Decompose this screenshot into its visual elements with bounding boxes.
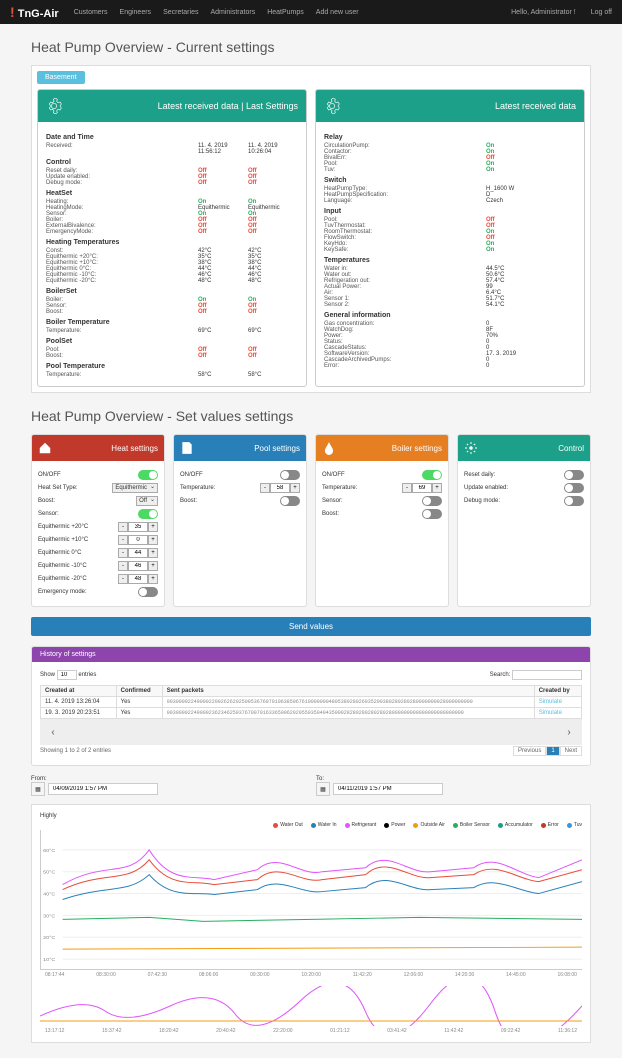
eq-stepper[interactable]: -+ (118, 548, 158, 558)
logoff-link[interactable]: Log off (591, 9, 612, 16)
show-count-input[interactable] (57, 670, 77, 680)
eq-stepper[interactable]: -+ (118, 574, 158, 584)
reset-toggle[interactable] (564, 470, 584, 480)
page-title-1: Heat Pump Overview - Current settings (31, 39, 591, 55)
to-date-input[interactable] (333, 783, 443, 795)
boiler-temp-stepper[interactable]: -+ (402, 483, 442, 493)
gear-icon (464, 441, 478, 455)
update-toggle[interactable] (564, 483, 584, 493)
boiler-boost-toggle[interactable] (422, 509, 442, 519)
pager-prev-icon[interactable]: ‹ (45, 724, 61, 740)
greeting: Hello, Administrator ! (511, 9, 576, 16)
send-values-button[interactable]: Send values (31, 617, 591, 636)
panel1-title: Latest received data | Last Settings (62, 101, 298, 111)
svg-text:60°C: 60°C (43, 848, 55, 854)
pool-settings-panel: Pool settings ON/OFF Temperature:-+ Boos… (173, 434, 307, 607)
heat-settings-panel: Heat settings ON/OFFHeat Set Type:Equith… (31, 434, 165, 607)
from-date-input[interactable] (48, 783, 158, 795)
table-row[interactable]: 11. 4. 2019 13:26:04Yes00300002249000220… (41, 697, 582, 708)
logo: ! TnG-Air (10, 4, 59, 20)
boiler-settings-panel: Boiler settings ON/OFF Temperature:-+ Se… (315, 434, 449, 607)
eq-stepper[interactable]: -+ (118, 535, 158, 545)
svg-text:50°C: 50°C (43, 870, 55, 876)
file-icon (180, 441, 194, 455)
pool-boost-toggle[interactable] (280, 496, 300, 506)
top-navbar: ! TnG-Air Customers Engineers Secretarie… (0, 0, 622, 24)
boiler-sensor-toggle[interactable] (422, 496, 442, 506)
history-table: Created atConfirmedSent packetsCreated b… (40, 685, 582, 719)
heat-type-select[interactable]: Equithermic (112, 483, 158, 493)
heat-onoff-toggle[interactable] (138, 470, 158, 480)
gear-icon (46, 98, 62, 114)
boiler-onoff-toggle[interactable] (422, 470, 442, 480)
pool-temp-stepper[interactable]: -+ (260, 483, 300, 493)
table-row[interactable]: 19. 3. 2019 20:23:51Yes00300002249000236… (41, 708, 582, 719)
svg-text:30°C: 30°C (43, 914, 55, 920)
pager-next[interactable]: Next (560, 746, 582, 756)
eq-stepper[interactable]: -+ (118, 522, 158, 532)
heat-sensor-toggle[interactable] (138, 509, 158, 519)
main-chart: Highly Water OutWater InRefrigerantPower… (31, 804, 591, 1043)
svg-text:10°C: 10°C (43, 957, 55, 963)
svg-text:20°C: 20°C (43, 935, 55, 941)
debug-toggle[interactable] (564, 496, 584, 506)
panel-last-settings: Latest received data | Last Settings Dat… (37, 89, 307, 387)
emergency-toggle[interactable] (138, 587, 158, 597)
pager-previous[interactable]: Previous (513, 746, 546, 756)
tab-basement[interactable]: Basement (37, 71, 85, 84)
eq-stepper[interactable]: -+ (118, 561, 158, 571)
panel-latest-data: Latest received data RelayCirculationPum… (315, 89, 585, 387)
calendar-icon[interactable]: ▦ (316, 782, 330, 796)
top-nav: Customers Engineers Secretaries Administ… (74, 9, 496, 16)
nav-administrators[interactable]: Administrators (210, 9, 255, 16)
history-search-input[interactable] (512, 670, 582, 680)
panel2-title: Latest received data (340, 101, 576, 111)
svg-text:40°C: 40°C (43, 892, 55, 898)
calendar-icon[interactable]: ▦ (31, 782, 45, 796)
pager-next-icon[interactable]: › (561, 724, 577, 740)
pool-onoff-toggle[interactable] (280, 470, 300, 480)
pager-page-1[interactable]: 1 (546, 746, 559, 756)
page-title-2: Heat Pump Overview - Set values settings (31, 408, 591, 424)
gear-icon (324, 98, 340, 114)
drop-icon (322, 441, 336, 455)
history-panel: History of settings Show entries Search:… (31, 646, 591, 766)
nav-engineers[interactable]: Engineers (120, 9, 152, 16)
nav-heatpumps[interactable]: HeatPumps (267, 9, 304, 16)
nav-customers[interactable]: Customers (74, 9, 108, 16)
nav-add-user[interactable]: Add new user (316, 9, 359, 16)
nav-secretaries[interactable]: Secretaries (163, 9, 198, 16)
control-settings-panel: Control Reset daily: Update enabled: Deb… (457, 434, 591, 607)
heat-boost-select[interactable]: Off (136, 496, 158, 506)
home-icon (38, 441, 52, 455)
